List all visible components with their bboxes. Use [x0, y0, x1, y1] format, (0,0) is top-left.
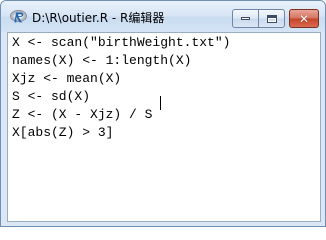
code-line[interactable]: Z <- (X - Xjz) / S	[12, 107, 152, 123]
window-title: D:\R\outier.R - R编辑器	[32, 11, 165, 25]
code-line[interactable]: S <- sd(X)	[12, 89, 90, 105]
code-line[interactable]: names(X) <- 1:length(X)	[12, 53, 191, 69]
code-line[interactable]: Xjz <- mean(X)	[12, 71, 121, 87]
code-line[interactable]: X[abs(Z) > 3]	[12, 125, 113, 141]
close-button[interactable]: ✕	[289, 9, 319, 28]
code-editor[interactable]: X <- scan("birthWeight.txt") names(X) <-…	[7, 32, 321, 222]
title-bar[interactable]: D:\R\outier.R - R编辑器 ✕	[1, 1, 325, 32]
minimize-icon	[241, 17, 250, 20]
r-logo-icon	[10, 10, 27, 23]
editor-window: D:\R\outier.R - R编辑器 ✕ X <- scan("birthW…	[0, 0, 326, 227]
close-icon: ✕	[298, 11, 310, 26]
minimize-button[interactable]	[232, 9, 259, 28]
maximize-button[interactable]	[258, 9, 285, 28]
maximize-icon	[266, 14, 277, 23]
text-caret	[160, 96, 161, 110]
code-line[interactable]: X <- scan("birthWeight.txt")	[12, 35, 230, 51]
